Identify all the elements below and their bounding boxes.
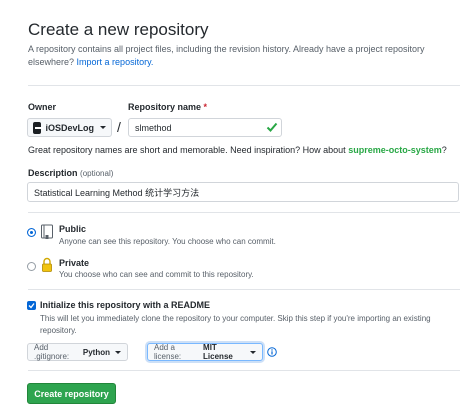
private-description: You choose who can see and commit to thi…	[59, 270, 254, 279]
repo-name-label: Repository name *	[128, 102, 207, 112]
owner-repo-separator: /	[117, 119, 121, 135]
avatar	[33, 121, 44, 134]
description-input[interactable]	[27, 182, 459, 202]
owner-label: Owner	[28, 102, 57, 112]
suggested-name-link[interactable]: supreme-octo-system	[348, 145, 442, 155]
import-repository-link[interactable]: Import a repository.	[77, 57, 154, 67]
gitignore-label: Add .gitignore:	[34, 343, 70, 361]
hint-text: Great repository names are short and mem…	[28, 145, 346, 155]
name-hint: Great repository names are short and mem…	[28, 145, 447, 155]
license-label: Add a license:	[154, 343, 182, 361]
readme-checkbox[interactable]	[27, 301, 36, 310]
checkmark-icon	[28, 303, 35, 309]
optional-note: (optional)	[80, 169, 114, 178]
hint-suffix: ?	[441, 145, 447, 155]
owner-dropdown[interactable]: iOSDevLog	[27, 118, 112, 137]
private-radio[interactable]	[27, 262, 36, 271]
visibility-divider	[28, 289, 460, 290]
repo-name-label-text: Repository name	[128, 102, 202, 112]
public-description: Anyone can see this repository. You choo…	[59, 237, 276, 246]
license-value: MIT License	[203, 343, 233, 361]
readme-description: This will let you immediately clone the …	[40, 314, 431, 335]
create-repository-button[interactable]: Create repository	[27, 383, 116, 404]
public-radio[interactable]	[27, 228, 36, 237]
repo-name-input[interactable]	[128, 118, 282, 137]
page-title: Create a new repository	[28, 20, 209, 39]
description-label: Description (optional)	[28, 168, 113, 178]
description-label-text: Description	[28, 168, 78, 178]
header-divider	[28, 85, 460, 86]
options-divider	[28, 370, 460, 371]
required-mark: *	[203, 102, 208, 112]
chevron-down-icon	[115, 350, 121, 354]
description-divider	[28, 212, 460, 213]
private-title: Private	[59, 258, 90, 268]
license-select[interactable]: Add a license: MIT License	[147, 343, 263, 361]
repo-book-icon	[41, 224, 53, 239]
gitignore-select[interactable]: Add .gitignore: Python	[27, 343, 128, 361]
chevron-down-icon	[100, 126, 106, 129]
gitignore-value: Python	[82, 347, 110, 357]
info-icon[interactable]	[267, 347, 277, 357]
chevron-down-icon	[250, 350, 256, 354]
page-subtitle: A repository contains all project files,…	[28, 43, 448, 69]
readme-title: Initialize this repository with a README	[40, 300, 211, 310]
public-title: Public	[59, 224, 87, 234]
owner-name: iOSDevLog	[45, 122, 94, 133]
lock-icon	[42, 257, 52, 272]
check-icon	[266, 122, 278, 132]
